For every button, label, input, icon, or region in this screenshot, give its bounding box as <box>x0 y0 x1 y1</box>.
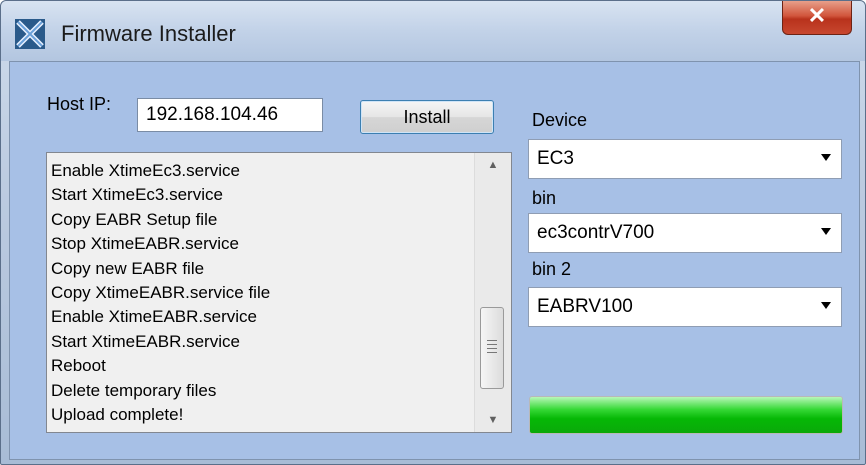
bin-select[interactable]: ec3contrV700 <box>528 213 842 253</box>
log-line: Reboot <box>51 356 106 376</box>
host-ip-label: Host IP: <box>47 94 112 114</box>
bin-2-label: bin 2 <box>532 259 572 279</box>
close-button[interactable]: ✕ <box>782 1 852 35</box>
main-panel: Host IP: 192.168.104.46 Install Enable X… <box>9 61 860 460</box>
close-icon: ✕ <box>807 3 827 28</box>
device-select[interactable]: EC3 <box>528 139 842 179</box>
log-scrollbar[interactable]: ▲ ▼ <box>474 153 511 432</box>
log-line: Stop XtimeEABR.service <box>51 234 240 254</box>
host-ip-input[interactable]: 192.168.104.46 <box>137 98 323 132</box>
chevron-down-icon <box>821 302 831 309</box>
log-line: Start XtimeEc3.service <box>51 185 223 205</box>
log-line: Copy XtimeEABR.service file <box>51 283 271 303</box>
bin-value: ec3contrV700 <box>537 222 655 243</box>
chevron-down-icon <box>821 228 831 235</box>
device-label: Device <box>532 110 588 130</box>
firmware-installer-window: Firmware Installer ✕ Host IP: 192.168.10… <box>0 0 866 465</box>
bin-2-select[interactable]: EABRV100 <box>528 287 842 327</box>
device-value: EC3 <box>537 148 574 169</box>
log-line: Copy new EABR file <box>51 258 205 278</box>
install-button[interactable]: Install <box>360 100 494 134</box>
chevron-down-icon <box>821 154 831 161</box>
bin-2-value: EABRV100 <box>537 296 633 317</box>
log-line: Upload complete! <box>51 405 184 425</box>
log-line: Enable XtimeEc3.service <box>51 161 240 180</box>
scroll-up-icon[interactable]: ▲ <box>475 159 511 171</box>
x-logo-icon <box>15 19 45 49</box>
progress-bar <box>529 396 843 434</box>
bin-label: bin <box>532 188 557 208</box>
title-bar: Firmware Installer ✕ <box>1 1 865 61</box>
log-line: Enable XtimeEABR.service <box>51 307 257 327</box>
log-line: Copy EABR Setup file <box>51 209 218 229</box>
grip-icon <box>487 340 497 354</box>
scroll-down-icon[interactable]: ▼ <box>475 414 511 426</box>
scroll-thumb[interactable] <box>480 307 504 389</box>
progress-fill <box>530 397 842 433</box>
log-line: Start XtimeEABR.service <box>51 331 240 351</box>
window-title: Firmware Installer <box>61 21 236 46</box>
log-lines: Enable XtimeEc3.service Start XtimeEc3.se… <box>51 159 461 427</box>
log-line: Delete temporary files <box>51 380 217 400</box>
log-listbox[interactable]: Enable XtimeEc3.service Start XtimeEc3.se… <box>46 152 512 433</box>
